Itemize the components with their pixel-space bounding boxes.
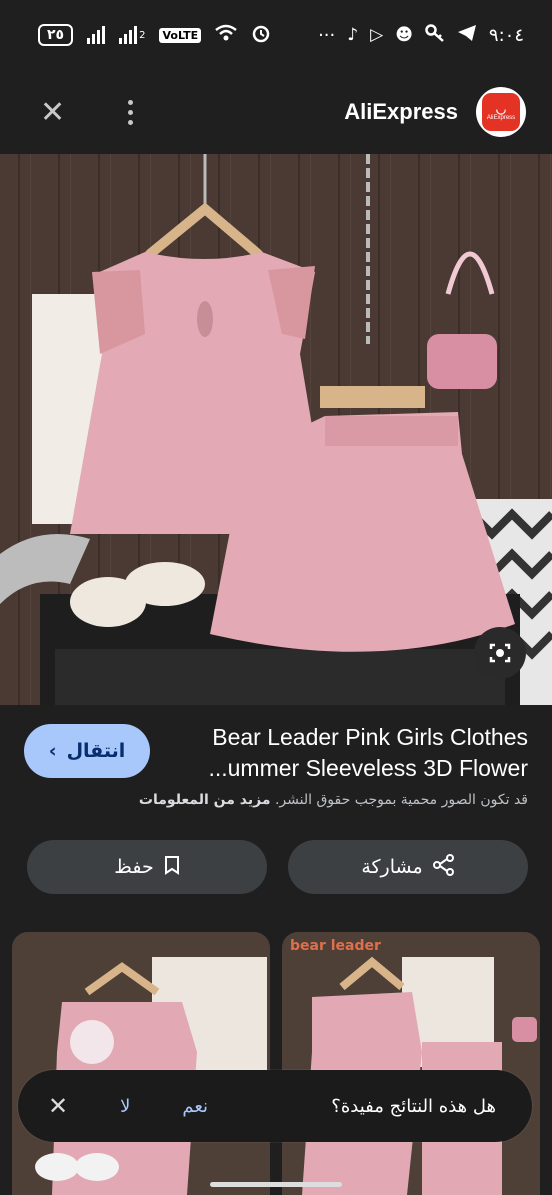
status-bar: ٢٥ 2 VoLTE ··· ♪ ▷ ☻ ٩:٠٤ xyxy=(0,0,552,70)
goto-button[interactable]: ‹ انتقال xyxy=(24,724,150,778)
close-icon[interactable]: ✕ xyxy=(48,1092,68,1120)
feedback-yes-button[interactable]: نعم xyxy=(182,1096,208,1117)
product-title-line1: Bear Leader Pink Girls Clothes xyxy=(212,724,528,750)
alarm-icon xyxy=(251,23,271,48)
related-image-2[interactable]: bear leader xyxy=(282,932,540,1195)
close-icon[interactable]: ✕ xyxy=(40,95,70,130)
related-image-1[interactable] xyxy=(12,932,270,1195)
volte-badge: VoLTE xyxy=(159,27,202,43)
related-images: bear leader xyxy=(12,932,540,1195)
bookmark-icon xyxy=(164,855,180,880)
copyright-notice: قد تكون الصور محمية بموجب حقوق النشر. مز… xyxy=(18,792,528,808)
product-title-line2: ...ummer Sleeveless 3D Flower xyxy=(208,755,528,781)
brand-watermark: bear leader xyxy=(290,938,381,954)
more-notifications-dots: ··· xyxy=(318,24,336,46)
product-title[interactable]: Bear Leader Pink Girls Clothes ...ummer … xyxy=(168,722,528,784)
play-store-icon: ▷ xyxy=(370,25,384,45)
telegram-icon xyxy=(457,24,477,47)
battery-indicator: ٢٥ xyxy=(38,24,74,46)
feedback-no-button[interactable]: لا xyxy=(120,1096,130,1117)
sim2-label: 2 xyxy=(139,29,146,41)
product-photo-illustration xyxy=(0,154,552,705)
related-photo-illustration-2 xyxy=(282,932,540,1195)
product-image[interactable] xyxy=(0,154,552,705)
key-icon xyxy=(425,23,445,47)
feedback-question: هل هذه النتائج مفيدة؟ xyxy=(331,1095,496,1117)
logo-text: AliExpress xyxy=(486,115,516,121)
site-name[interactable]: AliExpress xyxy=(344,99,458,125)
more-info-link[interactable]: مزيد من المعلومات xyxy=(139,792,271,808)
status-left-group: ٢٥ 2 VoLTE xyxy=(38,23,271,48)
clock-time: ٩:٠٤ xyxy=(488,24,524,46)
chevron-left-icon: ‹ xyxy=(48,740,57,762)
feedback-bar: ✕ لا نعم هل هذه النتائج مفيدة؟ xyxy=(18,1070,532,1142)
tiktok-icon: ♪ xyxy=(347,25,359,45)
save-label: حفظ xyxy=(114,856,154,878)
gesture-nav-handle[interactable] xyxy=(210,1182,342,1187)
signal-icon-sim2 xyxy=(119,26,138,44)
status-right-group: ··· ♪ ▷ ☻ ٩:٠٤ xyxy=(318,23,524,47)
aliexpress-logo[interactable]: ◡ AliExpress xyxy=(476,87,526,137)
share-button[interactable]: مشاركة xyxy=(288,840,528,894)
related-photo-illustration xyxy=(12,932,270,1195)
goto-label: انتقال xyxy=(66,740,126,762)
top-app-bar: ✕ AliExpress ◡ AliExpress xyxy=(0,70,552,154)
action-buttons: حفظ مشاركة xyxy=(27,840,528,894)
google-lens-icon[interactable] xyxy=(474,627,526,679)
wifi-icon xyxy=(215,24,237,47)
share-label: مشاركة xyxy=(361,856,423,878)
share-icon xyxy=(432,853,455,881)
result-header: ‹ انتقال Bear Leader Pink Girls Clothes … xyxy=(0,722,552,788)
copyright-text: قد تكون الصور محمية بموجب حقوق النشر. xyxy=(274,792,528,808)
more-options-icon[interactable] xyxy=(128,99,133,125)
signal-icon xyxy=(87,26,106,44)
smiley-icon: ☻ xyxy=(395,25,413,45)
save-button[interactable]: حفظ xyxy=(27,840,267,894)
